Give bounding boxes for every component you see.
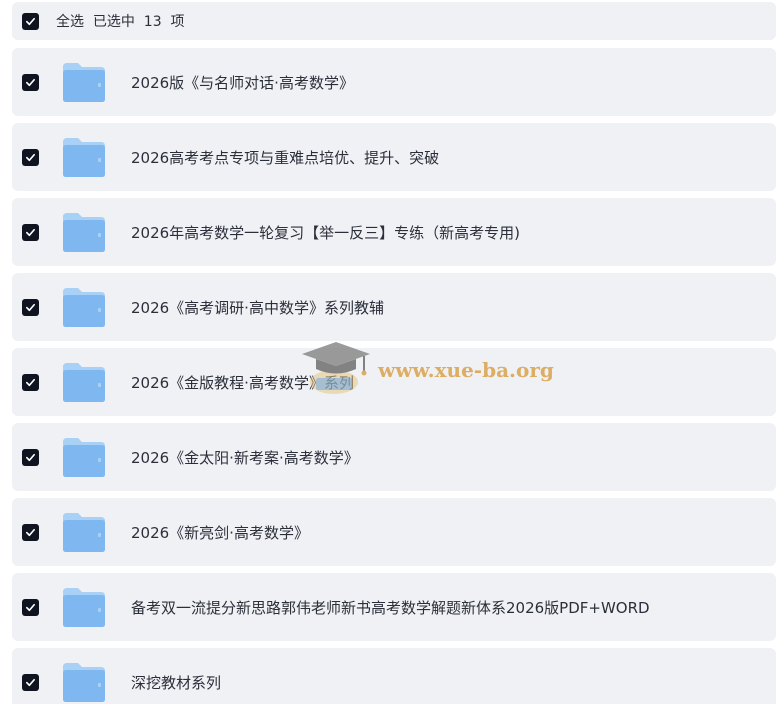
file-list-panel: 全选 已选中 13 项 2026版《与名师对话·高考数学》 2026高考考点专项与… — [0, 0, 776, 704]
folder-row[interactable]: 备考双一流提分新思路郭伟老师新书高考数学解题新体系2026版PDF+WORD — [12, 573, 776, 641]
folder-row[interactable]: 2026版《与名师对话·高考数学》 — [12, 48, 776, 116]
select-all-checkbox-icon[interactable] — [22, 12, 39, 30]
folder-name[interactable]: 深挖教材系列 — [131, 672, 221, 693]
folder-row[interactable]: 2026高考考点专项与重难点培优、提升、突破 — [12, 123, 776, 191]
folder-icon — [61, 361, 107, 403]
folder-icon — [61, 286, 107, 328]
folder-row[interactable]: 2026年高考数学一轮复习【举一反三】专练（新高考专用) — [12, 198, 776, 266]
row-checkbox-icon[interactable] — [22, 373, 39, 391]
row-checkbox-icon[interactable] — [22, 523, 39, 541]
select-all-bar: 全选 已选中 13 项 — [12, 2, 776, 40]
folder-name[interactable]: 2026《高考调研·高中数学》系列教辅 — [131, 297, 384, 318]
row-checkbox-icon[interactable] — [22, 448, 39, 466]
folder-row[interactable]: 2026《金版教程·高考数学》系列 — [12, 348, 776, 416]
folder-row[interactable]: 深挖教材系列 — [12, 648, 776, 704]
folder-row[interactable]: 2026《金太阳·新考案·高考数学》 — [12, 423, 776, 491]
folder-name[interactable]: 2026《金版教程·高考数学》系列 — [131, 372, 354, 393]
folder-row[interactable]: 2026《高考调研·高中数学》系列教辅 — [12, 273, 776, 341]
row-checkbox-icon[interactable] — [22, 223, 39, 241]
folder-icon — [61, 436, 107, 478]
row-checkbox-icon[interactable] — [22, 73, 39, 91]
folder-icon — [61, 61, 107, 103]
folder-list: 2026版《与名师对话·高考数学》 2026高考考点专项与重难点培优、提升、突破 2… — [12, 48, 776, 704]
row-checkbox-icon[interactable] — [22, 598, 39, 616]
selection-count-label: 全选 已选中 13 项 — [56, 14, 185, 30]
folder-row[interactable]: 2026《新亮剑·高考数学》 — [12, 498, 776, 566]
row-checkbox-icon[interactable] — [22, 673, 39, 691]
folder-name[interactable]: 2026高考考点专项与重难点培优、提升、突破 — [131, 147, 439, 168]
folder-name[interactable]: 2026《新亮剑·高考数学》 — [131, 522, 309, 543]
row-checkbox-icon[interactable] — [22, 298, 39, 316]
folder-name[interactable]: 2026年高考数学一轮复习【举一反三】专练（新高考专用) — [131, 222, 520, 243]
folder-name[interactable]: 2026《金太阳·新考案·高考数学》 — [131, 447, 359, 468]
folder-icon — [61, 511, 107, 553]
folder-icon — [61, 661, 107, 703]
folder-name[interactable]: 2026版《与名师对话·高考数学》 — [131, 72, 354, 93]
folder-icon — [61, 136, 107, 178]
folder-icon — [61, 211, 107, 253]
folder-name[interactable]: 备考双一流提分新思路郭伟老师新书高考数学解题新体系2026版PDF+WORD — [131, 597, 650, 618]
folder-icon — [61, 586, 107, 628]
row-checkbox-icon[interactable] — [22, 148, 39, 166]
